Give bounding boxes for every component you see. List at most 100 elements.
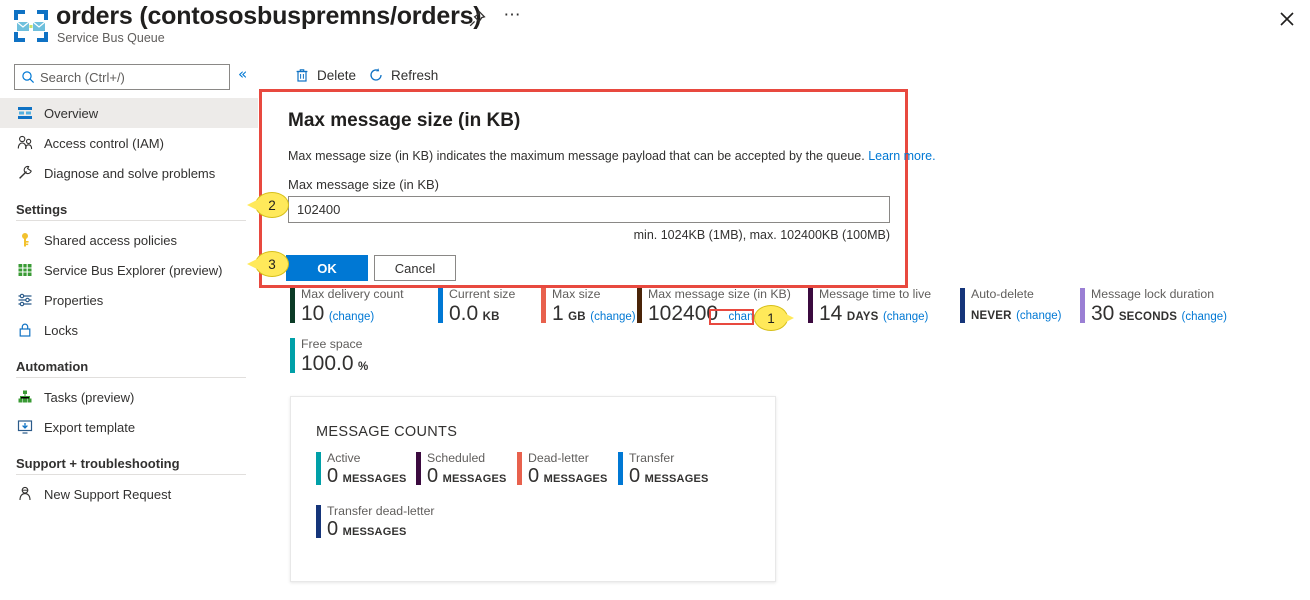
sidebar-item-properties[interactable]: Properties bbox=[0, 285, 258, 315]
sidebar-item-label: Service Bus Explorer (preview) bbox=[44, 262, 223, 278]
search-box[interactable] bbox=[14, 64, 230, 90]
count-value: 0 bbox=[327, 465, 339, 487]
count-accent-bar bbox=[316, 452, 321, 485]
sidebar-nav: Overview Access control (IAM) Diagnose a… bbox=[0, 98, 258, 509]
cancel-button[interactable]: Cancel bbox=[374, 255, 456, 281]
count-value: 0 bbox=[528, 465, 540, 487]
tile-unit: DAYS bbox=[846, 311, 879, 323]
divider bbox=[16, 220, 246, 221]
sidebar-item-export-template[interactable]: Export template bbox=[0, 412, 258, 442]
overview-icon bbox=[16, 104, 34, 122]
dialog-field-label: Max message size (in KB) bbox=[288, 177, 439, 192]
tile-unit: KB bbox=[482, 311, 500, 323]
tile-value: 10 bbox=[301, 302, 325, 325]
sidebar: « Overview bbox=[0, 56, 258, 600]
dialog-hint: min. 1024KB (1MB), max. 102400KB (100MB) bbox=[633, 228, 890, 242]
message-counts-title: MESSAGE COUNTS bbox=[316, 424, 458, 440]
tile-value-row: 14 DAYS (change) bbox=[819, 303, 956, 328]
tile-free-space: Free space 100.0 % bbox=[290, 337, 410, 378]
pin-icon[interactable] bbox=[466, 8, 488, 30]
ok-button[interactable]: OK bbox=[286, 255, 368, 281]
badge-number: 3 bbox=[268, 256, 276, 272]
search-icon bbox=[21, 70, 35, 84]
support-person-icon bbox=[16, 485, 34, 503]
tile-value-row: NEVER (change) bbox=[971, 303, 1080, 328]
sidebar-item-service-bus-explorer[interactable]: Service Bus Explorer (preview) bbox=[0, 255, 258, 285]
sidebar-group-settings-title: Settings bbox=[16, 202, 68, 217]
count-label: Transfer bbox=[629, 451, 675, 465]
tile-value: 1 bbox=[552, 302, 564, 325]
sliders-icon bbox=[16, 291, 34, 309]
tile-change-link[interactable]: (change) bbox=[883, 311, 928, 323]
tile-accent-bar bbox=[960, 288, 965, 323]
dialog-title: Max message size (in KB) bbox=[288, 110, 521, 131]
tile-change-link[interactable]: (change) bbox=[329, 311, 374, 323]
tile-label: Max delivery count bbox=[301, 287, 404, 301]
divider bbox=[16, 474, 246, 475]
tile-unit: SECONDS bbox=[1118, 311, 1178, 323]
delete-label: Delete bbox=[317, 67, 357, 83]
learn-more-link[interactable]: Learn more. bbox=[868, 149, 935, 163]
sidebar-item-label: Export template bbox=[44, 419, 136, 435]
sidebar-item-locks[interactable]: Locks bbox=[0, 315, 258, 345]
page-subtitle: Service Bus Queue bbox=[57, 31, 165, 45]
sidebar-item-tasks[interactable]: Tasks (preview) bbox=[0, 382, 258, 412]
tile-value-row: 100.0 % bbox=[301, 353, 410, 378]
search-container bbox=[14, 64, 230, 90]
tasks-icon bbox=[16, 388, 34, 406]
tile-accent-bar bbox=[438, 288, 443, 323]
tile-accent-bar bbox=[290, 288, 295, 323]
message-counts-card: MESSAGE COUNTS Active 0 MESSAGES Schedul… bbox=[290, 396, 776, 582]
sidebar-item-overview[interactable]: Overview bbox=[0, 98, 258, 128]
sidebar-group-automation-title: Automation bbox=[16, 359, 89, 374]
tile-value-row: 30 SECONDS (change) bbox=[1091, 303, 1245, 328]
tile-label: Current size bbox=[449, 287, 516, 301]
sidebar-group-support-title: Support + troubleshooting bbox=[16, 456, 180, 471]
count-value: 0 bbox=[327, 518, 339, 540]
tile-unit: GB bbox=[568, 311, 586, 323]
delete-button[interactable]: Delete bbox=[294, 64, 356, 86]
tile-unit: % bbox=[358, 361, 369, 373]
tile-current-size: Current size 0.0 KB bbox=[438, 287, 543, 328]
sidebar-item-label: Tasks (preview) bbox=[44, 389, 135, 405]
tile-value: 0.0 bbox=[449, 302, 479, 325]
dialog-description: Max message size (in KB) indicates the m… bbox=[288, 149, 936, 163]
sidebar-item-label: Overview bbox=[44, 105, 99, 121]
badge-number: 2 bbox=[268, 197, 276, 213]
search-input[interactable] bbox=[40, 69, 218, 85]
tile-unit: NEVER bbox=[971, 310, 1012, 322]
max-message-size-input[interactable] bbox=[288, 196, 890, 223]
trash-icon bbox=[294, 67, 310, 83]
ellipsis-icon[interactable]: ⋯ bbox=[500, 6, 524, 30]
message-count-scheduled: Scheduled 0 MESSAGES bbox=[416, 451, 511, 490]
refresh-button[interactable]: Refresh bbox=[368, 64, 438, 86]
count-label: Dead-letter bbox=[528, 451, 589, 465]
count-accent-bar bbox=[618, 452, 623, 485]
sidebar-item-label: Locks bbox=[44, 322, 78, 338]
sidebar-item-label: Shared access policies bbox=[44, 232, 177, 248]
count-accent-bar bbox=[517, 452, 522, 485]
sidebar-item-diagnose[interactable]: Diagnose and solve problems bbox=[0, 158, 258, 188]
sidebar-item-new-support-request[interactable]: New Support Request bbox=[0, 479, 258, 509]
tile-change-link[interactable]: (change) bbox=[590, 311, 635, 323]
collapse-sidebar-icon[interactable]: « bbox=[238, 67, 247, 82]
tile-accent-bar bbox=[290, 338, 295, 373]
key-icon bbox=[16, 231, 34, 249]
tile-value: 102400 bbox=[648, 302, 719, 325]
count-value-row: 0 MESSAGES bbox=[327, 519, 466, 543]
tile-change-link[interactable]: (change) bbox=[1182, 311, 1227, 323]
close-icon[interactable] bbox=[1274, 6, 1300, 32]
tile-label: Max message size (in KB) bbox=[648, 287, 791, 301]
tile-change-link[interactable]: (change) bbox=[1016, 310, 1061, 322]
count-accent-bar bbox=[316, 505, 321, 538]
count-label: Transfer dead-letter bbox=[327, 504, 435, 518]
sidebar-item-access-control[interactable]: Access control (IAM) bbox=[0, 128, 258, 158]
tile-accent-bar bbox=[637, 288, 642, 323]
count-label: Scheduled bbox=[427, 451, 486, 465]
max-message-size-dialog: Max message size (in KB) Max message siz… bbox=[259, 89, 936, 288]
divider bbox=[16, 377, 246, 378]
sidebar-item-shared-access-policies[interactable]: Shared access policies bbox=[0, 225, 258, 255]
count-unit: MESSAGES bbox=[442, 473, 507, 485]
count-unit: MESSAGES bbox=[543, 473, 608, 485]
tile-accent-bar bbox=[1080, 288, 1085, 323]
